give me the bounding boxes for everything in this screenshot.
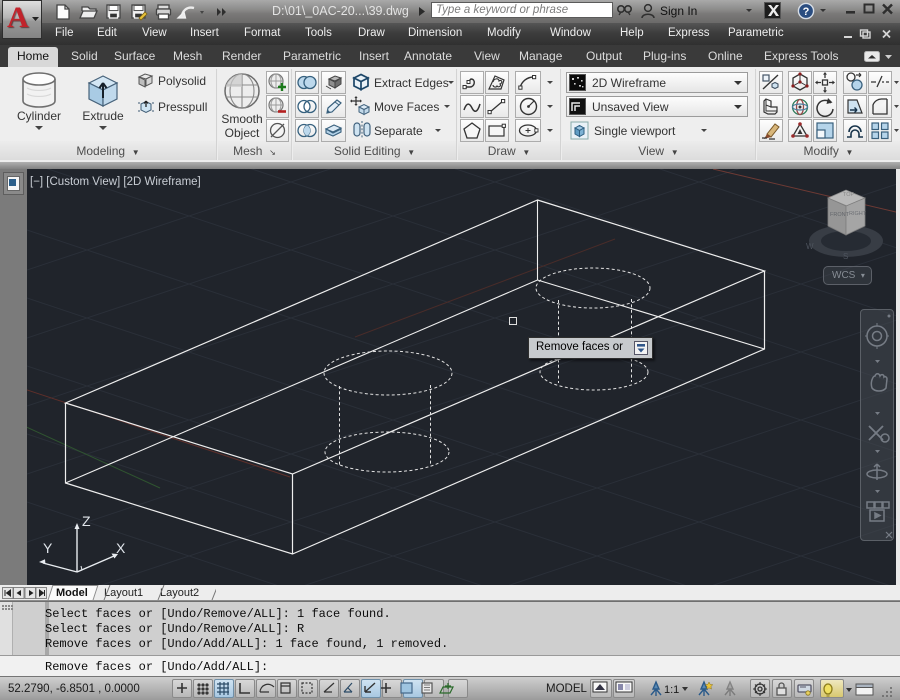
- svg-text:?: ?: [803, 6, 810, 18]
- svg-text:S: S: [843, 252, 848, 261]
- svg-text:X: X: [116, 540, 126, 556]
- svg-text:Y: Y: [43, 540, 53, 556]
- svg-text:W: W: [806, 242, 814, 251]
- svg-text:TOP: TOP: [843, 192, 855, 198]
- svg-text:Z: Z: [82, 513, 91, 529]
- svg-text:RIGHT: RIGHT: [849, 211, 867, 217]
- svg-text:FRONT: FRONT: [830, 212, 850, 218]
- svg-text:1:1: 1:1: [664, 684, 679, 696]
